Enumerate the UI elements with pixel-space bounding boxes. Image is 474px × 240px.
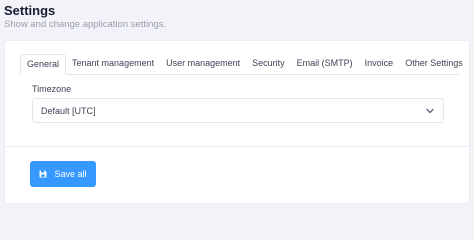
page-title: Settings bbox=[4, 3, 56, 18]
tab-other-settings[interactable]: Other Settings bbox=[399, 54, 469, 75]
settings-tabs: General Tenant management User managemen… bbox=[20, 54, 463, 75]
tab-tenant-management[interactable]: Tenant management bbox=[66, 54, 160, 75]
tab-general[interactable]: General bbox=[20, 54, 67, 75]
timezone-value: Default [UTC] bbox=[41, 105, 96, 116]
chevron-down-icon bbox=[425, 106, 435, 116]
tab-security[interactable]: Security bbox=[246, 54, 291, 75]
page-header: Settings Show and change application set… bbox=[4, 3, 166, 31]
save-all-label: Save all bbox=[54, 169, 87, 179]
timezone-label: Timezone bbox=[32, 84, 72, 94]
tab-email-smtp[interactable]: Email (SMTP) bbox=[291, 54, 359, 75]
page-subtitle: Show and change application settings. bbox=[4, 19, 167, 30]
card-footer-divider bbox=[5, 146, 469, 147]
settings-card: General Tenant management User managemen… bbox=[4, 40, 470, 204]
save-all-button[interactable]: Save all bbox=[30, 161, 96, 187]
tab-user-management[interactable]: User management bbox=[160, 54, 246, 75]
tab-invoice[interactable]: Invoice bbox=[359, 54, 400, 75]
save-icon bbox=[39, 170, 47, 178]
timezone-select[interactable]: Default [UTC] bbox=[32, 98, 444, 123]
